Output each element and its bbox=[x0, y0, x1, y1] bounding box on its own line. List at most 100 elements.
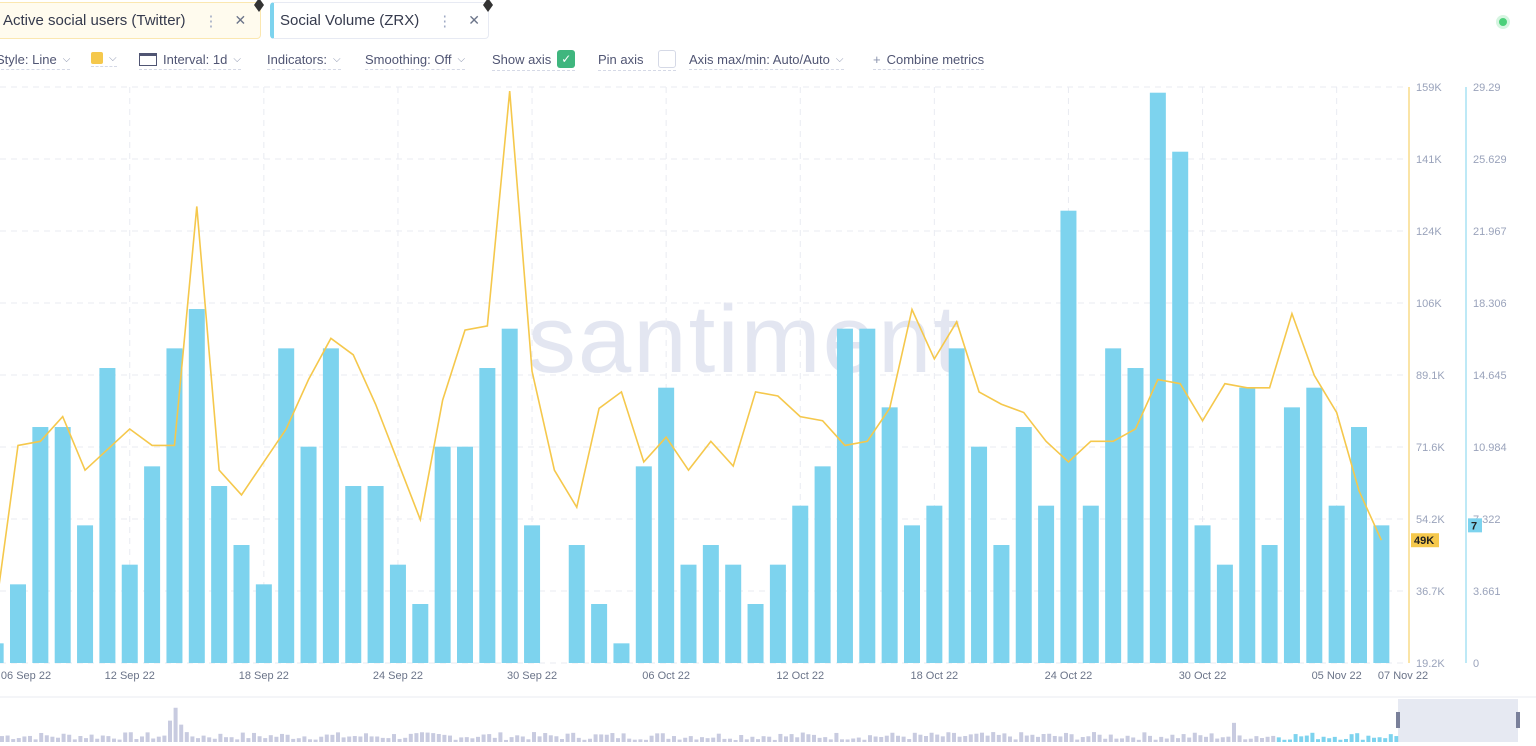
combine-metrics-button[interactable]: + Combine metrics bbox=[873, 52, 985, 70]
minimap-bar bbox=[1209, 733, 1214, 742]
indicators-dropdown[interactable]: Indicators: ⌵ bbox=[267, 52, 341, 70]
bar-social-volume[interactable] bbox=[367, 486, 384, 663]
bar-social-volume[interactable] bbox=[32, 427, 49, 663]
bar-social-volume[interactable] bbox=[1127, 368, 1144, 663]
chart[interactable]: santiment 159K 29.29 141K 25.629 124K 21.967 1… bbox=[0, 0, 1536, 746]
bar-social-volume[interactable] bbox=[702, 545, 719, 663]
metric-tab-active-social-users[interactable]: Active social users (Twitter) ⋮ ✕ bbox=[0, 2, 261, 39]
close-icon[interactable]: ✕ bbox=[235, 12, 247, 29]
bar-social-volume[interactable] bbox=[1306, 387, 1323, 663]
bar-social-volume[interactable] bbox=[635, 466, 652, 663]
bar-social-volume[interactable] bbox=[1149, 92, 1166, 663]
bar-social-volume[interactable] bbox=[993, 545, 1010, 663]
more-options-icon[interactable]: ⋮ bbox=[204, 12, 219, 30]
bar-social-volume[interactable] bbox=[479, 368, 496, 663]
bar-social-volume[interactable] bbox=[1216, 564, 1233, 663]
minimap-selection[interactable] bbox=[1398, 699, 1518, 742]
minimap-bar bbox=[397, 738, 402, 742]
bar-social-volume[interactable] bbox=[613, 643, 630, 663]
metric-tab-social-volume[interactable]: Social Volume (ZRX) ⋮ ✕ bbox=[270, 2, 489, 39]
checkbox-checked-icon[interactable]: ✓ bbox=[557, 50, 576, 68]
bar-social-volume[interactable] bbox=[389, 564, 406, 663]
bar-social-volume[interactable] bbox=[300, 446, 317, 663]
bar-social-volume[interactable] bbox=[971, 446, 988, 663]
bar-social-volume[interactable] bbox=[658, 387, 675, 663]
bar-social-volume[interactable] bbox=[524, 525, 541, 663]
minimap-bar bbox=[308, 739, 312, 742]
bar-social-volume[interactable] bbox=[814, 466, 831, 663]
minimap-bar bbox=[515, 735, 520, 742]
bar-social-volume[interactable] bbox=[1261, 545, 1278, 663]
show-axis-toggle[interactable]: Show axis ✓ bbox=[492, 50, 576, 71]
bar-social-volume[interactable] bbox=[1328, 505, 1345, 663]
minimap-handle-left[interactable] bbox=[1396, 712, 1400, 728]
bar-social-volume[interactable] bbox=[412, 604, 429, 663]
bar-social-volume[interactable] bbox=[0, 643, 4, 663]
minimap-bar bbox=[392, 734, 396, 742]
bar-social-volume[interactable] bbox=[747, 604, 764, 663]
bar-social-volume[interactable] bbox=[836, 328, 853, 663]
bar-social-volume[interactable] bbox=[1082, 505, 1099, 663]
bar-social-volume[interactable] bbox=[345, 486, 362, 663]
bar-social-volume[interactable] bbox=[680, 564, 697, 663]
close-icon[interactable]: ✕ bbox=[468, 12, 480, 29]
smoothing-dropdown[interactable]: Smoothing: Off ⌵ bbox=[365, 52, 466, 70]
color-picker[interactable]: ⌵ bbox=[91, 52, 117, 67]
bar-social-volume[interactable] bbox=[1172, 151, 1189, 663]
minimap-bar bbox=[1271, 735, 1276, 742]
bar-social-volume[interactable] bbox=[1060, 210, 1077, 663]
bar-social-volume[interactable] bbox=[1105, 348, 1122, 663]
bar-social-volume[interactable] bbox=[457, 446, 473, 663]
bar-social-volume[interactable] bbox=[10, 584, 26, 663]
minimap-bar bbox=[358, 736, 363, 742]
bar-social-volume[interactable] bbox=[1015, 427, 1032, 663]
bar-social-volume[interactable] bbox=[1239, 387, 1256, 663]
axis-maxmin-dropdown[interactable]: Axis max/min: Auto/Auto ⌵ bbox=[689, 52, 844, 70]
minimap-bar bbox=[840, 739, 844, 742]
bar-social-volume[interactable] bbox=[77, 525, 94, 663]
minimap-bar bbox=[1394, 736, 1399, 742]
bar-social-volume[interactable] bbox=[1351, 427, 1367, 663]
more-options-icon[interactable]: ⋮ bbox=[437, 12, 452, 30]
minimap-bar bbox=[1159, 736, 1164, 742]
bar-social-volume[interactable] bbox=[99, 368, 116, 663]
pin-axis-toggle[interactable]: Pin axis bbox=[598, 50, 676, 71]
bar-social-volume[interactable] bbox=[166, 348, 183, 663]
bar-social-volume[interactable] bbox=[211, 486, 228, 663]
bar-social-volume[interactable] bbox=[188, 309, 205, 663]
checkbox-unchecked-icon[interactable] bbox=[657, 50, 676, 68]
minimap-bar bbox=[106, 736, 111, 742]
minimap-bar bbox=[1248, 738, 1253, 742]
bar-social-volume[interactable] bbox=[121, 564, 138, 663]
bar-social-volume[interactable] bbox=[1283, 407, 1300, 663]
bar-social-volume[interactable] bbox=[278, 348, 295, 663]
minimap-bar bbox=[560, 738, 564, 742]
bar-social-volume[interactable] bbox=[255, 584, 272, 663]
bar-social-volume[interactable] bbox=[1373, 525, 1390, 663]
left-axis-tick: 141K bbox=[1416, 154, 1442, 166]
bar-social-volume[interactable] bbox=[1194, 525, 1211, 663]
minimap-bar bbox=[156, 736, 161, 742]
bar-social-volume[interactable] bbox=[881, 407, 898, 663]
bar-social-volume[interactable] bbox=[54, 427, 71, 663]
bar-social-volume[interactable] bbox=[144, 466, 161, 663]
minimap-handle-right[interactable] bbox=[1516, 712, 1520, 728]
bar-social-volume[interactable] bbox=[1038, 505, 1055, 663]
bar-social-volume[interactable] bbox=[769, 564, 786, 663]
bar-social-volume[interactable] bbox=[792, 505, 809, 663]
bar-social-volume[interactable] bbox=[568, 545, 585, 663]
bar-social-volume[interactable] bbox=[859, 328, 876, 663]
style-dropdown[interactable]: Style: Line ⌵ bbox=[0, 52, 71, 70]
bar-social-volume[interactable] bbox=[904, 525, 920, 663]
bar-social-volume[interactable] bbox=[725, 564, 742, 663]
minimap-bar bbox=[711, 737, 716, 742]
bar-social-volume[interactable] bbox=[926, 505, 943, 663]
interval-dropdown[interactable]: Interval: 1d ⌵ bbox=[139, 52, 241, 70]
bar-social-volume[interactable] bbox=[591, 604, 608, 663]
bar-social-volume[interactable] bbox=[233, 545, 250, 663]
bar-social-volume[interactable] bbox=[501, 328, 518, 663]
bar-social-volume[interactable] bbox=[434, 446, 451, 663]
bar-social-volume[interactable] bbox=[322, 348, 339, 663]
minimap-bar bbox=[856, 737, 861, 742]
bar-social-volume[interactable] bbox=[948, 348, 965, 663]
